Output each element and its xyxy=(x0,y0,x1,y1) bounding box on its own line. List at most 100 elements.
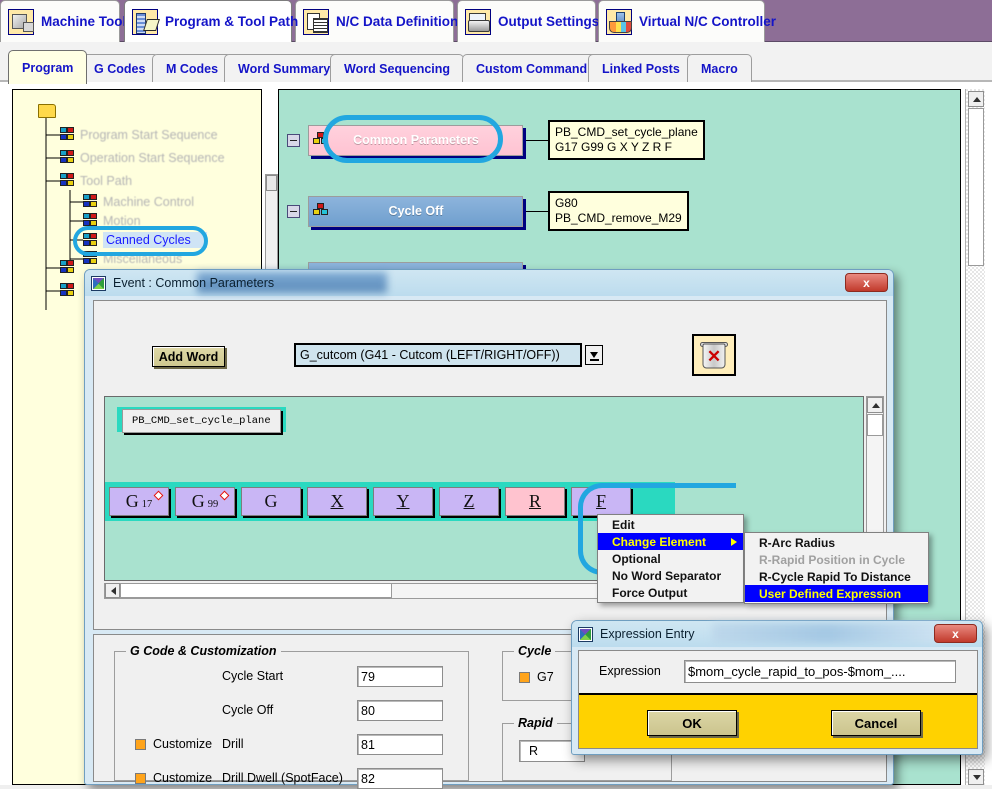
submenu-item-r-arc-radius[interactable]: R-Arc Radius xyxy=(745,534,928,551)
word-button-g[interactable]: G xyxy=(241,487,301,516)
output-settings-printer-icon xyxy=(465,8,491,35)
tree-item-program-start-sequence[interactable]: Program Start Sequence xyxy=(60,127,218,142)
word-button-y[interactable]: Y xyxy=(373,487,433,516)
expression-entry-dialog[interactable]: Expression Entry x Expression OK Cancel xyxy=(571,620,983,755)
ok-button[interactable]: OK xyxy=(647,710,737,736)
tree-scrollbar-thumb[interactable] xyxy=(266,175,277,191)
menu-item-change-element[interactable]: Change Element xyxy=(598,533,743,550)
ribbon-tab-bar: Machine Tool Program & Tool Path N/C Dat… xyxy=(0,0,992,42)
customize-checkbox[interactable] xyxy=(135,738,146,750)
ribbon-tab-machine-tool[interactable]: Machine Tool xyxy=(0,0,126,42)
rapid-legend: Rapid xyxy=(514,716,557,730)
row-cycle-off-label: Cycle Off xyxy=(222,703,273,717)
expression-dialog-title: Expression Entry xyxy=(600,627,695,641)
drill-input[interactable] xyxy=(357,734,443,755)
drill-dwell-input[interactable] xyxy=(357,768,443,789)
word-button-g99[interactable]: G 99 xyxy=(175,487,235,516)
scrollbar-thumb[interactable] xyxy=(120,583,392,598)
expression-button-panel: OK Cancel xyxy=(579,693,977,748)
ribbon-tab-label: N/C Data Definitions xyxy=(336,14,466,29)
tab-m-codes[interactable]: M Codes xyxy=(152,54,233,82)
word-button-x[interactable]: X xyxy=(307,487,367,516)
cycle-legend: Cycle xyxy=(514,644,556,658)
tree-item-extra-b[interactable] xyxy=(60,283,76,298)
close-icon[interactable]: x xyxy=(845,273,888,292)
ribbon-tab-nc-data-definitions[interactable]: N/C Data Definitions xyxy=(295,0,466,42)
ribbon-tab-virtual-nc-controller[interactable]: Virtual N/C Controller xyxy=(598,0,776,42)
custom-command-wrapper: PB_CMD_set_cycle_plane xyxy=(117,407,286,433)
submenu-item-user-defined-expression[interactable]: User Defined Expression xyxy=(745,585,928,602)
row-drill-dwell: Customize xyxy=(135,771,212,785)
event-dialog-titlebar[interactable]: Event : Common Parameters x xyxy=(85,270,893,296)
tree-root-folder[interactable] xyxy=(38,104,56,118)
cube-icon xyxy=(83,194,99,209)
tab-word-summary[interactable]: Word Summary xyxy=(224,54,345,82)
tab-g-codes[interactable]: G Codes xyxy=(80,54,160,82)
delete-word-button[interactable]: ✕ xyxy=(692,334,736,376)
event-block-cycle-off[interactable]: Cycle Off xyxy=(308,195,523,227)
cycle-off-input[interactable] xyxy=(357,700,443,721)
tree-item-label: Program Start Sequence xyxy=(80,127,218,142)
customize-label: Customize xyxy=(153,771,213,785)
submenu-item-r-rapid-position-in-cycle: R-Rapid Position in Cycle xyxy=(759,552,906,567)
flow-row-cycle-off[interactable]: Cycle Off G80 PB_CMD_remove_M29 xyxy=(287,191,689,231)
event-code-preview: PB_CMD_set_cycle_plane G17 G99 G X Y Z R… xyxy=(548,120,705,160)
word-button-z[interactable]: Z xyxy=(439,487,499,516)
expression-input[interactable] xyxy=(684,660,956,683)
word-context-menu[interactable]: Edit Change Element Optional No Word Sep… xyxy=(597,514,744,603)
folder-icon xyxy=(38,104,56,118)
scroll-up-button[interactable] xyxy=(867,397,883,413)
row-cycle-start-label: Cycle Start xyxy=(222,669,283,683)
cube-icon xyxy=(60,260,76,275)
tab-program[interactable]: Program xyxy=(8,50,88,84)
word-button-g17[interactable]: G 17 xyxy=(109,487,169,516)
tree-item-extra-a[interactable] xyxy=(60,260,76,275)
tree-item-tool-path[interactable]: Tool Path xyxy=(60,173,132,188)
optional-marker-icon xyxy=(153,490,164,501)
menu-item-no-word-separator[interactable]: No Word Separator xyxy=(598,567,743,584)
machine-tool-icon xyxy=(8,8,34,35)
scrollbar-thumb[interactable] xyxy=(968,108,984,266)
menu-item-force-output[interactable]: Force Output xyxy=(598,584,743,601)
customize-checkbox[interactable] xyxy=(135,772,146,784)
tree-item-operation-start-sequence[interactable]: Operation Start Sequence xyxy=(60,150,225,165)
expression-dialog-titlebar[interactable]: Expression Entry x xyxy=(572,621,982,647)
menu-item-label: Change Element xyxy=(612,534,707,549)
field-label: Cycle Start xyxy=(222,669,284,683)
submenu-item-r-cycle-rapid-to-distance[interactable]: R-Cycle Rapid To Distance xyxy=(745,568,928,585)
add-word-button[interactable]: Add Word xyxy=(152,346,225,367)
event-dialog-title: Event : Common Parameters xyxy=(113,276,275,290)
cycle-start-input[interactable] xyxy=(357,666,443,687)
menu-item-optional[interactable]: Optional xyxy=(598,550,743,567)
tab-linked-posts[interactable]: Linked Posts xyxy=(588,54,694,82)
collapse-expander-icon[interactable] xyxy=(287,204,300,218)
ribbon-tab-output-settings[interactable]: Output Settings xyxy=(457,0,599,42)
close-icon[interactable]: x xyxy=(934,624,977,643)
tab-macro[interactable]: Macro xyxy=(687,54,752,82)
cycle-option-checkbox[interactable] xyxy=(519,671,530,683)
custom-command-button[interactable]: PB_CMD_set_cycle_plane xyxy=(122,409,281,433)
tab-word-sequencing[interactable]: Word Sequencing xyxy=(330,54,465,82)
application-icon xyxy=(91,275,106,291)
scrollbar-thumb[interactable] xyxy=(867,414,883,436)
combo-dropdown-arrow-icon[interactable] xyxy=(585,345,603,365)
tree-item-machine-control[interactable]: Machine Control xyxy=(83,194,194,209)
program-tool-path-icon xyxy=(132,8,158,35)
menu-item-edit[interactable]: Edit xyxy=(598,516,743,533)
word-button-r[interactable]: R xyxy=(505,487,565,516)
cancel-button[interactable]: Cancel xyxy=(831,710,921,736)
scroll-down-button[interactable] xyxy=(968,769,984,785)
word-letter: G xyxy=(264,491,278,511)
ribbon-tab-program-tool-path[interactable]: Program & Tool Path xyxy=(124,0,298,42)
canned-cycles-highlight-ring xyxy=(73,226,208,256)
word-subscript: 99 xyxy=(207,499,219,510)
scroll-left-button[interactable] xyxy=(105,583,120,598)
scroll-up-button[interactable] xyxy=(968,91,984,107)
change-element-submenu[interactable]: R-Arc Radius R-Rapid Position in Cycle R… xyxy=(744,532,929,604)
word-select-combo[interactable]: G_cutcom (G41 - Cutcom (LEFT/RIGHT/OFF)) xyxy=(294,343,582,367)
optional-marker-icon xyxy=(219,490,230,501)
collapse-expander-icon[interactable] xyxy=(287,133,300,147)
connector-line xyxy=(523,139,548,141)
tab-custom-command[interactable]: Custom Command xyxy=(462,54,602,82)
cube-icon xyxy=(60,150,76,165)
